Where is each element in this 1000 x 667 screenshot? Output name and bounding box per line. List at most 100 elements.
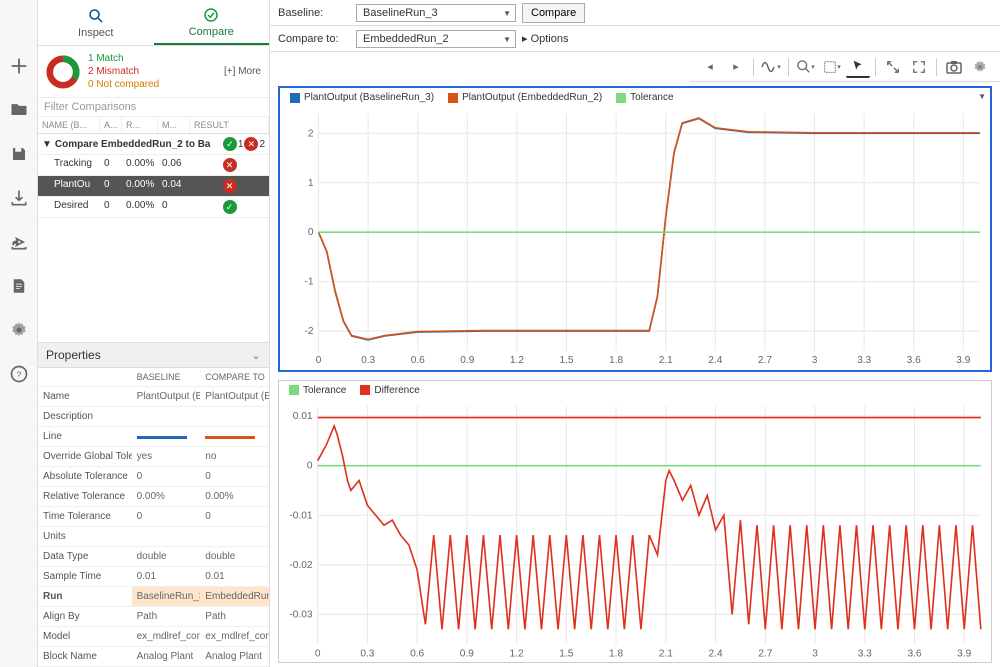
col-max[interactable]: M...	[158, 117, 190, 133]
svg-text:2.4: 2.4	[708, 648, 722, 659]
svg-text:3.9: 3.9	[957, 648, 971, 659]
summary-notcompared: 0 Not compared	[88, 78, 159, 91]
svg-text:1.2: 1.2	[510, 648, 524, 659]
legend-item: Difference	[360, 385, 419, 396]
property-row: Align ByPathPath	[38, 607, 269, 627]
compare-button[interactable]: Compare	[522, 3, 585, 23]
settings-icon[interactable]	[8, 319, 30, 341]
signal-icon[interactable]: ▾	[759, 56, 783, 78]
legend-item: PlantOutput (BaselineRun_3)	[290, 92, 434, 103]
expand-icon[interactable]: ▼	[42, 139, 52, 150]
comparison-group-row[interactable]: ▼ Compare EmbeddedRun_2 to Ba ✓1 ✕2	[38, 134, 269, 155]
fit-icon[interactable]: ▾	[820, 56, 844, 78]
svg-text:0.6: 0.6	[411, 355, 425, 366]
table-row[interactable]: Tracking00.00%0.06✕	[38, 155, 269, 176]
zoom-icon[interactable]: ▾	[794, 56, 818, 78]
left-panel: Inspect Compare 1 Match 2 Mismatch 0 Not…	[38, 0, 270, 667]
svg-text:3.3: 3.3	[858, 648, 872, 659]
options-button[interactable]: ▸ Options	[522, 32, 569, 45]
property-row: Modelex_mdlref_contex_mdlref_cont	[38, 627, 269, 647]
save-icon[interactable]	[8, 143, 30, 165]
import-icon[interactable]	[8, 187, 30, 209]
properties-header[interactable]: Properties ⌄	[38, 342, 269, 368]
svg-text:3.9: 3.9	[956, 355, 970, 366]
svg-text:1.2: 1.2	[510, 355, 524, 366]
property-row: Absolute Tolerance00	[38, 467, 269, 487]
summary-more-button[interactable]: [+] More	[224, 66, 261, 77]
svg-text:0.3: 0.3	[360, 648, 374, 659]
svg-text:0.9: 0.9	[460, 355, 474, 366]
tab-inspect-label: Inspect	[78, 27, 113, 39]
svg-text:0.9: 0.9	[460, 648, 474, 659]
svg-text:3.6: 3.6	[907, 355, 921, 366]
summary-donut-icon	[46, 55, 80, 89]
property-row: Override Global Toleyesno	[38, 447, 269, 467]
fullscreen-icon[interactable]	[907, 56, 931, 78]
chart2-legend: Tolerance Difference	[279, 381, 991, 400]
property-row: Relative Tolerance0.00%0.00%	[38, 487, 269, 507]
compareto-bar: Compare to: EmbeddedRun_2 ▸ Options	[270, 26, 1000, 52]
svg-text:-1: -1	[304, 277, 313, 288]
svg-text:2.1: 2.1	[659, 355, 673, 366]
svg-text:-0.02: -0.02	[289, 559, 313, 570]
check-icon: ✓	[223, 137, 237, 151]
folder-icon[interactable]	[8, 99, 30, 121]
baseline-label: Baseline:	[278, 7, 350, 19]
expand-icon[interactable]	[881, 56, 905, 78]
chart1-legend: PlantOutput (BaselineRun_3) PlantOutput (…	[280, 88, 990, 107]
help-icon[interactable]: ?	[8, 363, 30, 385]
svg-text:?: ?	[16, 369, 21, 379]
charts-area: PlantOutput (BaselineRun_3) PlantOutput (…	[270, 82, 1000, 667]
sidebar-toolbar: ?	[0, 0, 38, 667]
svg-text:3.6: 3.6	[907, 648, 921, 659]
legend-item: PlantOutput (EmbeddedRun_2)	[448, 92, 602, 103]
tab-compare[interactable]: Compare	[154, 0, 270, 45]
chart-signals[interactable]: PlantOutput (BaselineRun_3) PlantOutput (…	[278, 86, 992, 372]
svg-text:0: 0	[307, 460, 313, 471]
svg-text:2: 2	[308, 128, 314, 139]
tab-compare-label: Compare	[189, 26, 234, 38]
nav-fwd-icon[interactable]: ▸	[724, 56, 748, 78]
report-icon[interactable]	[8, 275, 30, 297]
property-row: Units	[38, 527, 269, 547]
tab-inspect[interactable]: Inspect	[38, 0, 154, 45]
baseline-bar: Baseline: BaselineRun_3 Compare	[270, 0, 1000, 26]
filter-input[interactable]: Filter Comparisons	[38, 98, 269, 117]
error-icon: ✕	[223, 158, 237, 172]
svg-text:1.8: 1.8	[609, 648, 623, 659]
mode-tabs: Inspect Compare	[38, 0, 269, 46]
col-rel[interactable]: R...	[122, 117, 158, 133]
svg-text:0: 0	[316, 355, 322, 366]
chart1-plot[interactable]: 00.30.60.91.21.51.82.12.42.733.33.63.9-2…	[280, 107, 990, 370]
cursor-icon[interactable]	[846, 56, 870, 78]
property-row: Sample Time0.010.01	[38, 567, 269, 587]
add-icon[interactable]	[8, 55, 30, 77]
chart-difference[interactable]: ToleranceDifference 00.30.60.91.21.51.82…	[278, 380, 992, 664]
summary-bar: 1 Match 2 Mismatch 0 Not compared [+] Mo…	[38, 46, 269, 98]
comparison-table-header: NAME (B... A... R... M... RESULT	[38, 117, 269, 134]
compareto-select[interactable]: EmbeddedRun_2	[356, 30, 516, 48]
gear-icon[interactable]	[968, 56, 992, 78]
property-row: Data Typedoubledouble	[38, 547, 269, 567]
svg-text:-2: -2	[304, 326, 313, 337]
property-row: Time Tolerance00	[38, 507, 269, 527]
baseline-select[interactable]: BaselineRun_3	[356, 4, 516, 22]
group-label: Compare EmbeddedRun_2 to Ba	[55, 139, 211, 150]
check-icon: ✓	[223, 200, 237, 214]
nav-back-icon[interactable]: ◂	[698, 56, 722, 78]
svg-text:3.3: 3.3	[857, 355, 871, 366]
table-row[interactable]: Desired00.00%0✓	[38, 197, 269, 218]
chart2-plot[interactable]: 00.30.60.91.21.51.82.12.42.733.33.63.9-0…	[279, 400, 991, 663]
col-result[interactable]: RESULT	[190, 117, 269, 133]
export-icon[interactable]	[8, 231, 30, 253]
col-name[interactable]: NAME (B...	[38, 117, 100, 133]
col-abs[interactable]: A...	[100, 117, 122, 133]
legend-item: Tolerance	[289, 385, 346, 396]
chevron-down-icon: ⌄	[251, 348, 261, 362]
svg-text:0.3: 0.3	[361, 355, 375, 366]
snapshot-icon[interactable]	[942, 56, 966, 78]
error-icon: ✕	[244, 137, 258, 151]
svg-text:0.6: 0.6	[410, 648, 424, 659]
table-row[interactable]: PlantOu00.00%0.04✕	[38, 176, 269, 197]
properties-table: BASELINE COMPARE TO NamePlantOutput (BPl…	[38, 368, 269, 667]
